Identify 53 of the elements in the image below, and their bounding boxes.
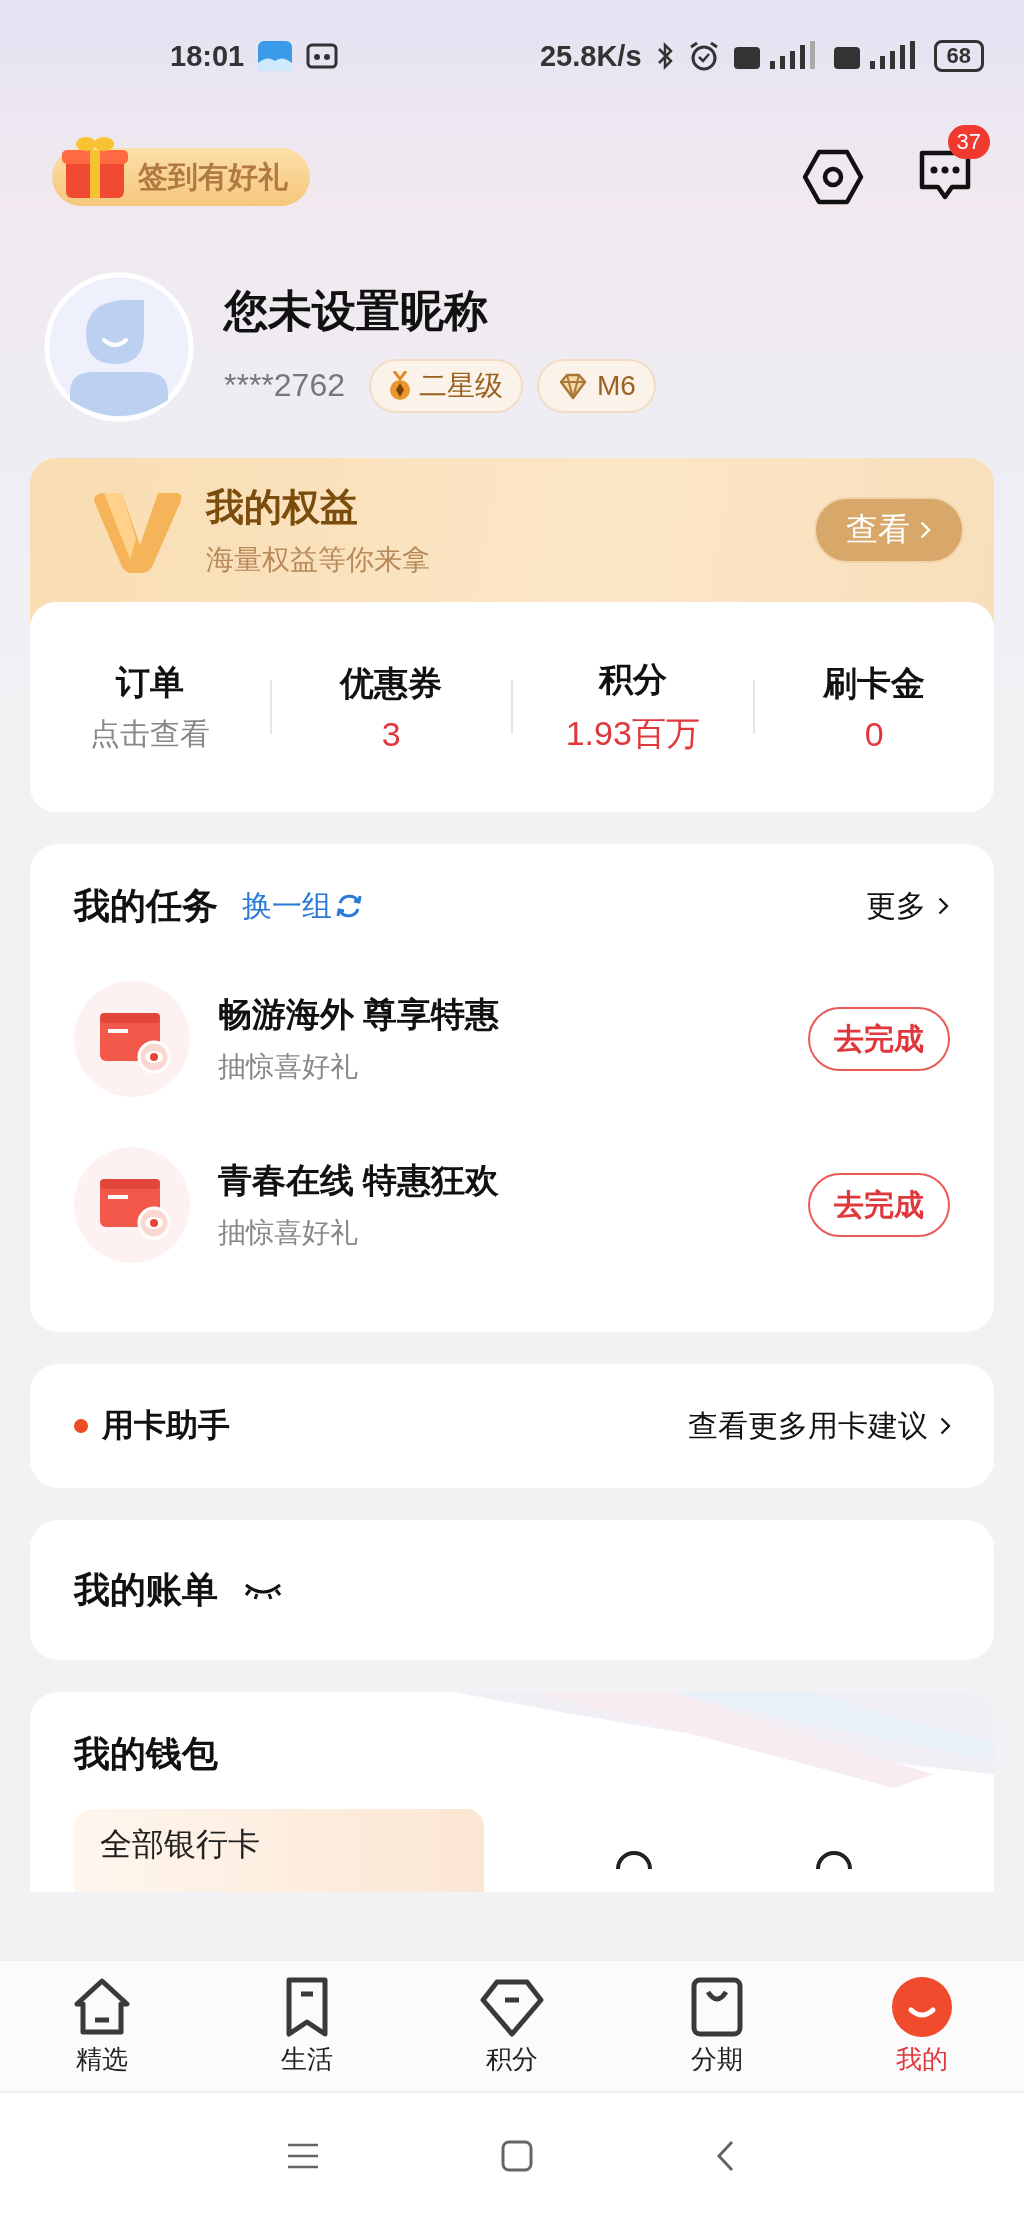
voicemail-icon bbox=[306, 43, 339, 69]
stat-value[interactable]: 3 bbox=[381, 714, 401, 754]
refresh-link[interactable]: 换一组 bbox=[242, 885, 866, 927]
tab[interactable]: 生活 bbox=[204, 1961, 410, 2091]
browser-icon bbox=[74, 981, 190, 1097]
settings-icon[interactable] bbox=[802, 148, 864, 206]
stat-value[interactable]: 0 bbox=[864, 714, 884, 754]
weather-icon bbox=[258, 41, 293, 71]
task-title: 畅游海外 尊享特惠 bbox=[218, 994, 501, 1035]
browser-icon bbox=[74, 1147, 190, 1263]
chevron-icon bbox=[940, 1416, 952, 1436]
shortcut-icon[interactable] bbox=[814, 1849, 854, 1869]
suggestions-link[interactable]: 查看更多用卡建议 bbox=[688, 1405, 952, 1447]
battery-indicator: 68 bbox=[933, 40, 984, 72]
tab[interactable]: 精选 bbox=[0, 1961, 205, 2091]
bank-card-tile[interactable]: 全部银行卡 bbox=[74, 1809, 484, 1892]
status-dot bbox=[74, 1419, 88, 1433]
menu-icon[interactable] bbox=[286, 2141, 320, 2171]
tab[interactable]: 我的 bbox=[819, 1961, 1024, 2091]
tasks-title: 我的任务 bbox=[74, 883, 218, 928]
bluetooth-icon bbox=[655, 41, 674, 71]
stat-label: 订单 bbox=[115, 661, 184, 703]
task-subtitle: 抽惊喜好礼 bbox=[218, 1050, 359, 1084]
assistant-title: 用卡助手 bbox=[102, 1406, 231, 1445]
task-subtitle: 抽惊喜好礼 bbox=[218, 1216, 359, 1250]
account-number: ****2762 bbox=[224, 367, 345, 404]
stat-label: 优惠券 bbox=[340, 662, 443, 704]
benefits-title: 我的权益 bbox=[206, 484, 359, 530]
medal-icon bbox=[389, 370, 411, 401]
bill-title: 我的账单 bbox=[74, 1567, 218, 1612]
benefits-subtitle: 海量权益等你来拿 bbox=[206, 542, 431, 577]
chevron-icon bbox=[938, 896, 950, 916]
stat-label: 积分 bbox=[598, 659, 667, 700]
notification-badge: 37 bbox=[947, 125, 990, 159]
task-title: 青春在线 特惠狂欢 bbox=[218, 1160, 501, 1201]
stat-label: 刷卡金 bbox=[823, 662, 926, 704]
stat-value[interactable]: 1.93百万 bbox=[565, 711, 700, 757]
gift-icon bbox=[60, 134, 130, 200]
wallet-title: 我的钱包 bbox=[74, 1732, 219, 1776]
complete-button[interactable]: 去完成 bbox=[808, 1007, 950, 1071]
complete-button[interactable]: 去完成 bbox=[808, 1173, 950, 1237]
status-time: 18:01 bbox=[170, 39, 245, 73]
more-link[interactable]: 更多 bbox=[866, 885, 950, 927]
level-badge[interactable]: M6 bbox=[537, 358, 656, 413]
nickname: 您未设置昵称 bbox=[224, 284, 489, 337]
network-speed: 25.8K/s bbox=[539, 39, 642, 73]
chevron-icon bbox=[920, 520, 932, 540]
level-badge[interactable]: 二星级 bbox=[369, 358, 523, 413]
shortcut-icon[interactable] bbox=[614, 1849, 654, 1869]
tab[interactable]: 分期 bbox=[614, 1961, 820, 2091]
tab[interactable]: 积分 bbox=[409, 1961, 615, 2091]
home-button-icon[interactable] bbox=[500, 2139, 534, 2173]
stat-value[interactable]: 点击查看 bbox=[89, 713, 210, 755]
